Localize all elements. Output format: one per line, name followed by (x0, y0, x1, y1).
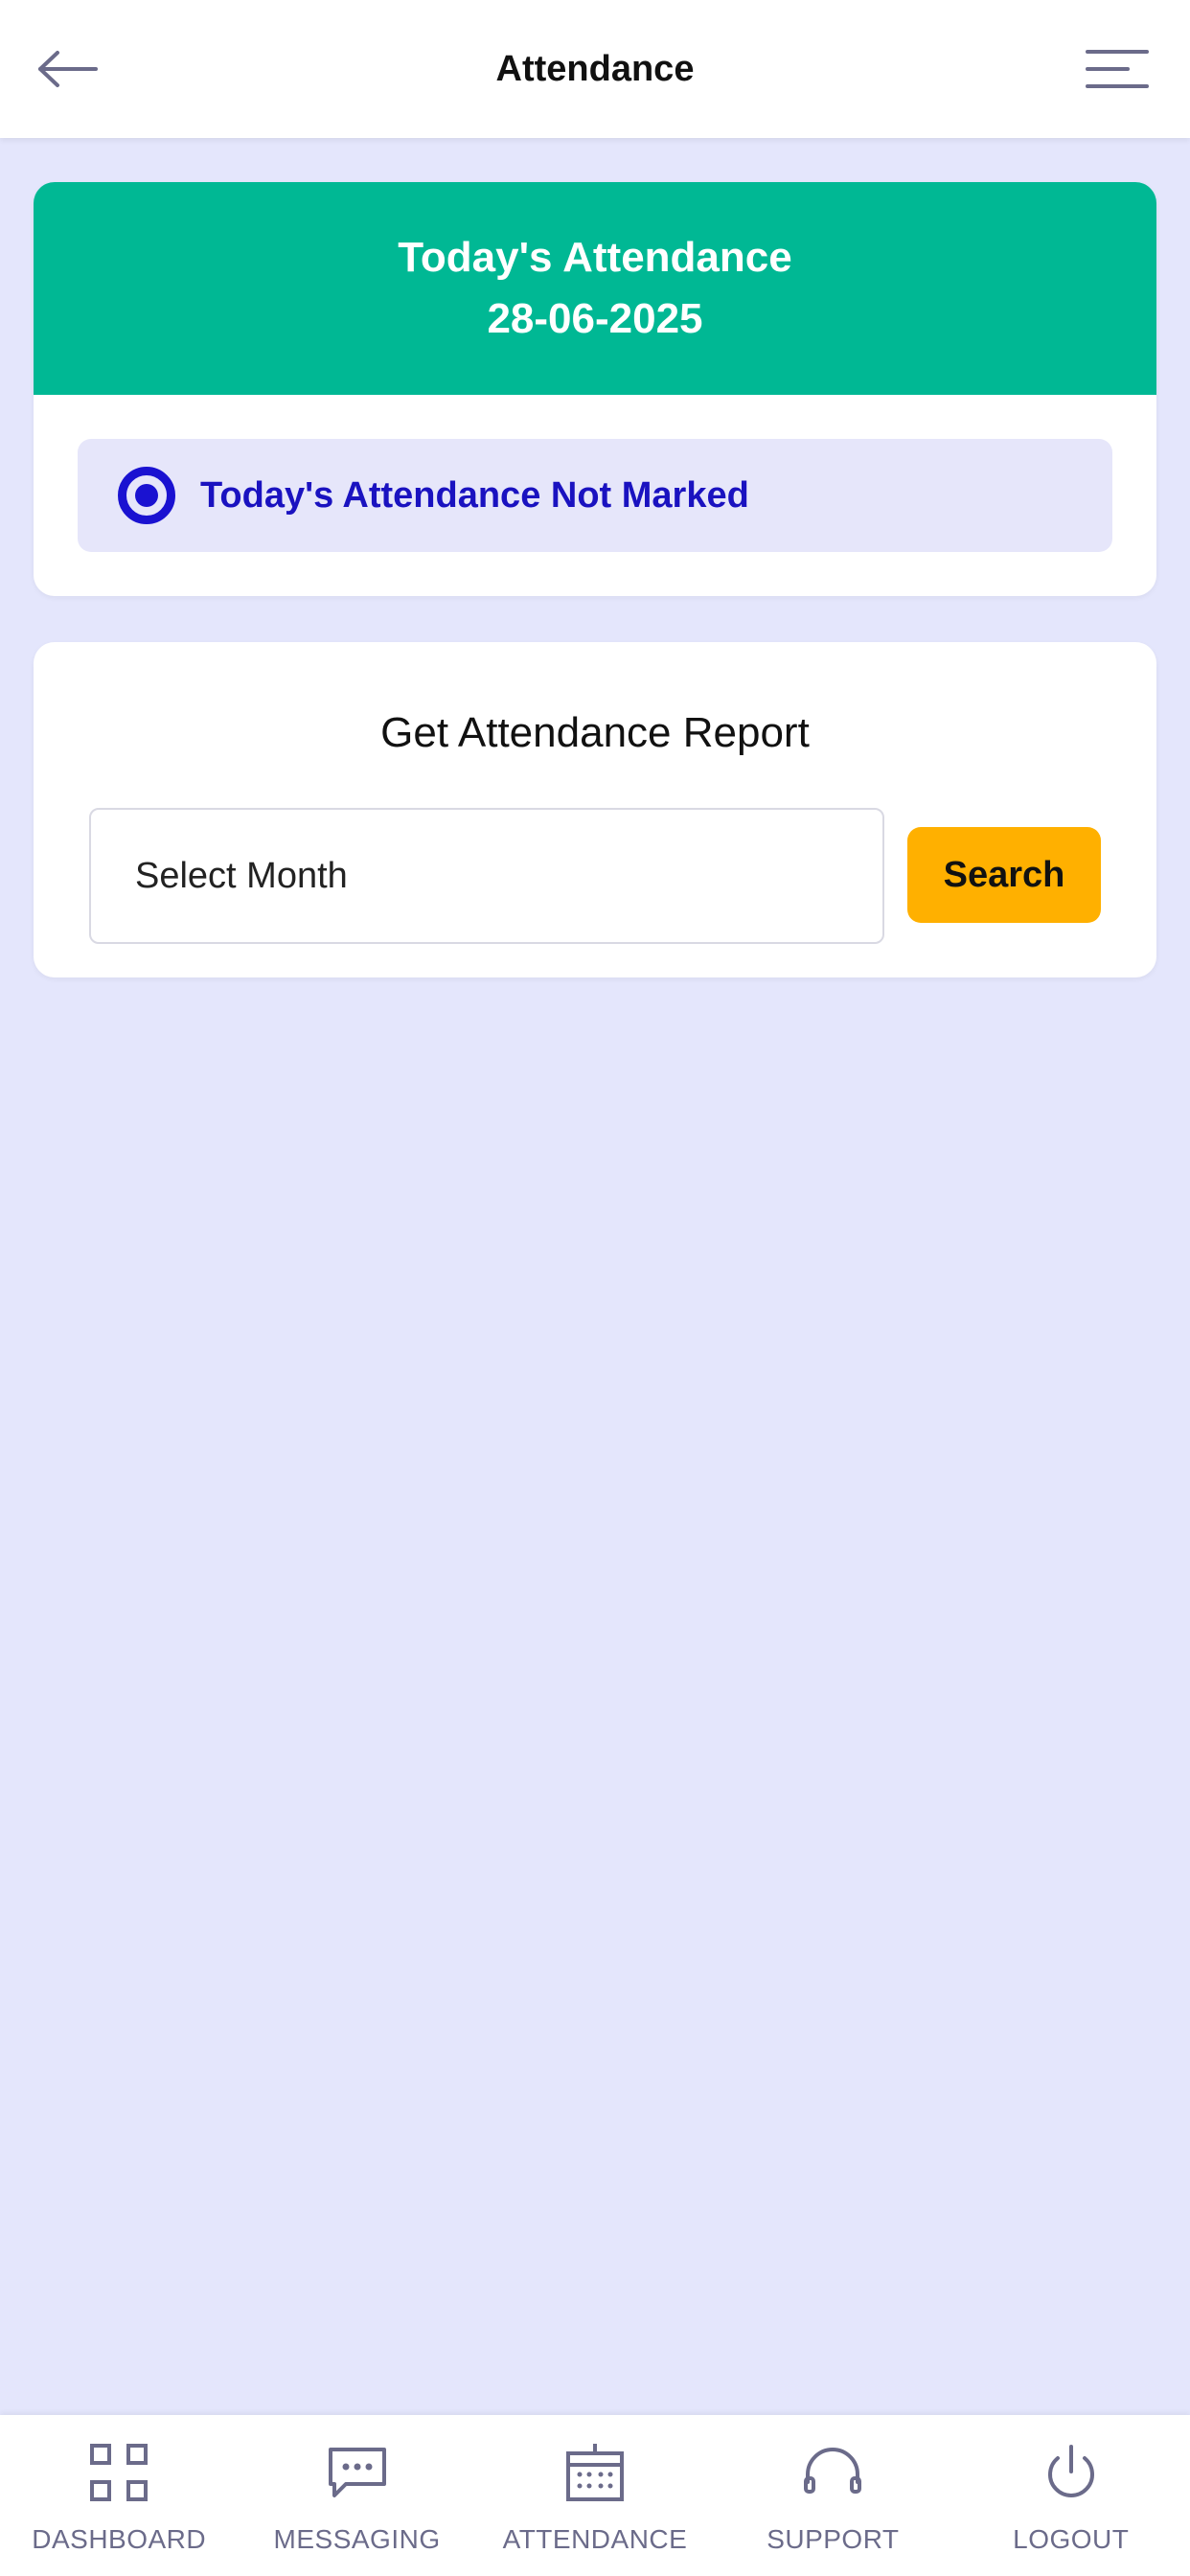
nav-dashboard-label: DASHBOARD (32, 2524, 207, 2554)
attendance-status-box: Today's Attendance Not Marked (78, 439, 1112, 552)
nav-support-label: SUPPORT (767, 2524, 900, 2554)
nav-attendance-label: ATTENDANCE (502, 2524, 688, 2554)
nav-logout-label: LOGOUT (1013, 2524, 1130, 2554)
select-month-input[interactable]: Select Month (89, 808, 884, 944)
top-app-bar: Attendance (0, 0, 1190, 138)
status-radio-icon (118, 467, 175, 524)
nav-attendance[interactable]: ATTENDANCE (476, 2415, 714, 2576)
grid-icon (90, 2444, 149, 2501)
nav-support[interactable]: SUPPORT (714, 2415, 951, 2576)
bottom-navigation: DASHBOARD MESSAGING ATTENDANCE SUPPORT L… (0, 2415, 1190, 2576)
search-button[interactable]: Search (907, 827, 1101, 923)
report-title: Get Attendance Report (380, 709, 810, 756)
nav-logout[interactable]: LOGOUT (952, 2415, 1190, 2576)
select-month-placeholder: Select Month (135, 855, 348, 896)
power-icon (1047, 2445, 1094, 2497)
attendance-report-card: Get Attendance Report Select Month Searc… (34, 642, 1156, 978)
menu-icon (1086, 50, 1149, 88)
headset-icon (804, 2448, 862, 2494)
today-attendance-heading: Today's Attendance (398, 234, 792, 281)
nav-messaging[interactable]: MESSAGING (238, 2415, 475, 2576)
nav-dashboard[interactable]: DASHBOARD (0, 2415, 238, 2576)
attendance-status-text: Today's Attendance Not Marked (200, 474, 749, 516)
page-title: Attendance (495, 48, 695, 89)
attendance-screen: Attendance Today's Attendance 28-06-2025… (0, 0, 1190, 2576)
nav-messaging-label: MESSAGING (273, 2524, 441, 2554)
radio-dot (135, 484, 158, 507)
today-attendance-card: Today's Attendance 28-06-2025 Today's At… (34, 182, 1156, 596)
today-attendance-banner: Today's Attendance 28-06-2025 (34, 182, 1156, 395)
calendar-icon (565, 2444, 624, 2501)
menu-button[interactable] (1079, 42, 1156, 96)
chat-icon (328, 2448, 386, 2497)
today-attendance-date: 28-06-2025 (487, 295, 703, 342)
